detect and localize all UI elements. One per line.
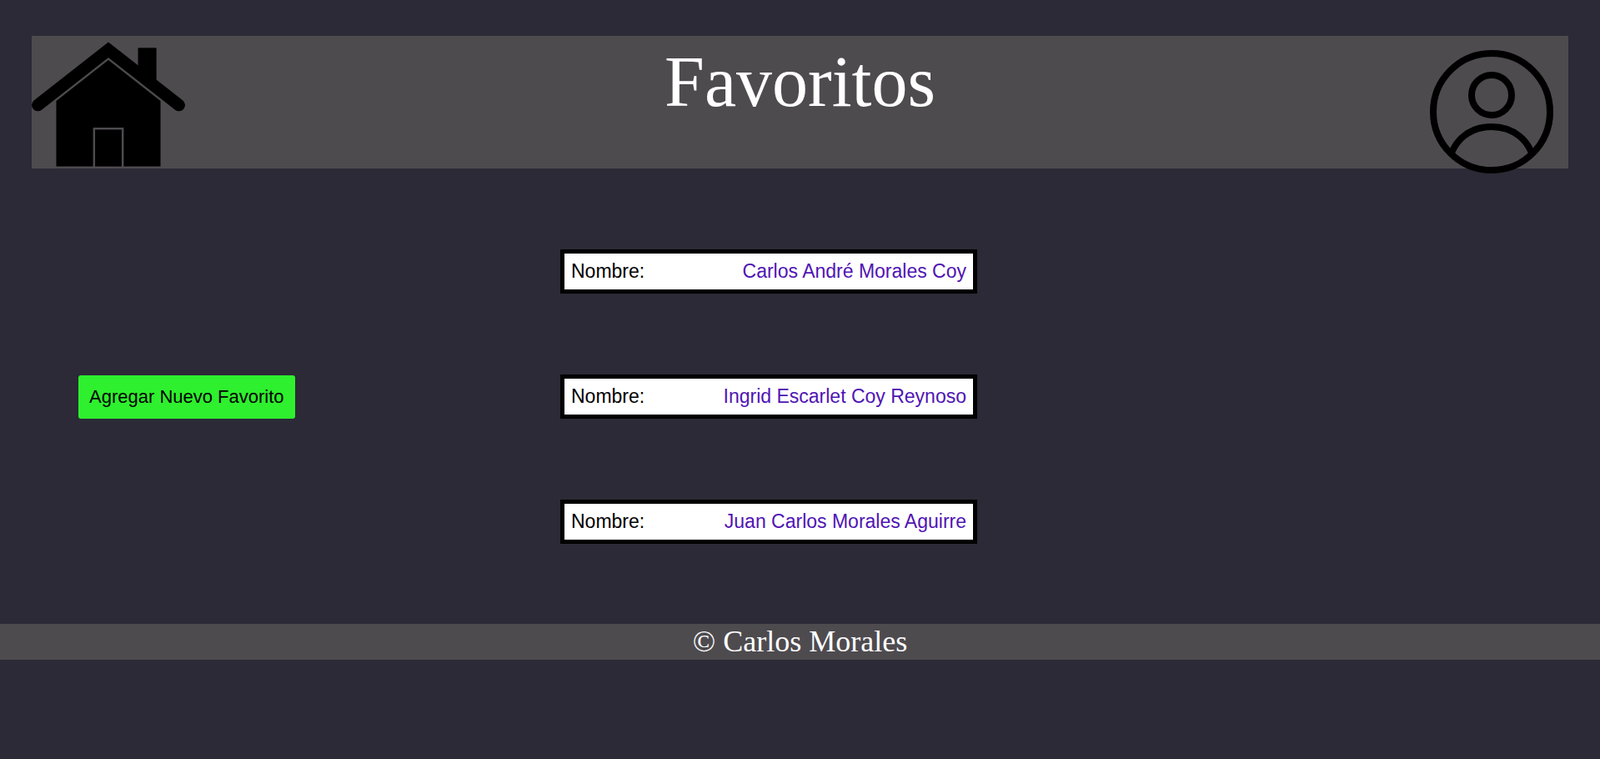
- footer-bar: © Carlos Morales: [0, 623, 1600, 660]
- favorite-name[interactable]: Ingrid Escarlet Coy Reynoso: [723, 385, 967, 408]
- favorite-card[interactable]: Nombre: Carlos André Morales Coy: [560, 249, 978, 294]
- user-profile-icon[interactable]: [1428, 48, 1555, 176]
- favorite-card[interactable]: Nombre: Juan Carlos Morales Aguirre: [560, 499, 978, 544]
- favorite-label: Nombre:: [571, 510, 645, 533]
- favorite-name[interactable]: Carlos André Morales Coy: [742, 260, 967, 283]
- favorite-card[interactable]: Nombre: Ingrid Escarlet Coy Reynoso: [560, 374, 978, 419]
- favorites-list: Nombre: Carlos André Morales Coy Nombre: In…: [560, 249, 978, 544]
- page-title: Favoritos: [654, 35, 946, 124]
- header-bar: Favoritos: [31, 35, 1569, 169]
- add-favorite-button[interactable]: Agregar Nuevo Favorito: [78, 375, 296, 419]
- home-icon[interactable]: [31, 41, 186, 169]
- favorite-name[interactable]: Juan Carlos Morales Aguirre: [724, 510, 967, 533]
- footer-copyright: © Carlos Morales: [692, 624, 908, 659]
- favorites-page: Favoritos Agregar Nuevo Favorito Nombre: Ca…: [0, 0, 1600, 759]
- favorite-label: Nombre:: [571, 260, 645, 283]
- favorite-label: Nombre:: [571, 385, 645, 408]
- main-content: Agregar Nuevo Favorito Nombre: Carlos Andr…: [0, 168, 1600, 544]
